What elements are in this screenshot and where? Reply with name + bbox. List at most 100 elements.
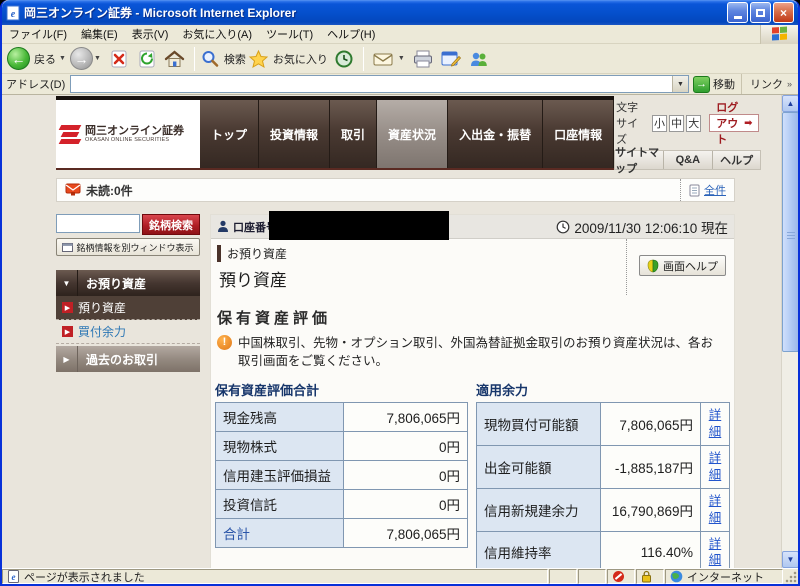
search-button[interactable]: 検索 (200, 49, 248, 69)
status-empty-pane (549, 569, 577, 584)
table-row: 現物買付可能額 7,806,065円 詳細 (477, 403, 730, 446)
logout-button[interactable]: ログアウト ➡ (709, 114, 759, 132)
menu-help[interactable]: ヘルプ(H) (320, 26, 382, 42)
nav-tab-trade[interactable]: 取引 (330, 100, 377, 168)
favorites-label: お気に入り (273, 51, 328, 67)
table-row: 信用維持率 116.40% 詳細 (477, 531, 730, 568)
quick-links-row: サイトマップ Q&A ヘルプ (614, 150, 761, 170)
logout-arrow-icon: ➡ (744, 118, 752, 129)
menu-favorites[interactable]: お気に入り(A) (175, 26, 259, 42)
table-row: 信用建玉評価損益 0円 (216, 461, 468, 490)
forward-dropdown-icon[interactable]: ▼ (94, 55, 101, 62)
scroll-down-button[interactable]: ▼ (782, 551, 798, 568)
messenger-button[interactable] (468, 48, 490, 70)
home-button[interactable] (164, 48, 186, 70)
sidebar-item-deposited-assets[interactable]: ▶ 預り資産 (56, 296, 200, 320)
menu-view[interactable]: 表示(V) (125, 26, 176, 42)
sidebar-menu-header-assets[interactable]: ▼ お預り資産 (56, 270, 200, 296)
go-button[interactable]: → 移動 (693, 76, 741, 93)
detail-link[interactable]: 詳細 (708, 536, 722, 569)
all-messages-link[interactable]: 全件 (704, 182, 726, 198)
detail-cell: 詳細 (700, 488, 729, 531)
search-icon (200, 49, 220, 69)
resize-grip[interactable] (784, 569, 798, 584)
edit-icon (440, 49, 462, 69)
font-size-medium-button[interactable]: 中 (669, 115, 684, 132)
links-label[interactable]: リンク (741, 74, 787, 94)
row-label: 信用維持率 (477, 531, 601, 568)
mail-button[interactable] (372, 48, 394, 70)
row-label: 信用新規建余力 (477, 488, 601, 531)
detail-link[interactable]: 詳細 (708, 450, 722, 484)
print-button[interactable] (412, 48, 434, 70)
okasan-logo-icon (60, 124, 80, 145)
edit-button[interactable] (440, 48, 462, 70)
clock-icon (556, 220, 570, 234)
symbol-search-input[interactable] (56, 214, 140, 233)
menu-file[interactable]: ファイル(F) (2, 26, 74, 42)
vertical-scrollbar[interactable]: ▲ ▼ (781, 95, 798, 568)
row-value: 0円 (344, 461, 468, 490)
back-dropdown-icon[interactable]: ▼ (59, 55, 66, 62)
links-chevron-icon[interactable]: » (787, 79, 792, 89)
history-button[interactable] (333, 48, 355, 70)
sidebar-menu: ▼ お預り資産 ▶ 預り資産 ▶ 買付余力 (56, 270, 200, 372)
detail-link[interactable]: 詳細 (708, 493, 722, 527)
menu-edit[interactable]: 編集(E) (74, 26, 125, 42)
help-link[interactable]: ヘルプ (713, 151, 761, 169)
status-bar: e ページが表示されました インターネット (2, 568, 798, 584)
detail-link[interactable]: 詳細 (708, 407, 722, 441)
symbol-info-popup-button[interactable]: 銘柄情報を別ウィンドウ表示 (56, 238, 200, 256)
nav-tab-top[interactable]: トップ (200, 100, 259, 168)
sidebar: 銘柄検索 銘柄情報を別ウィンドウ表示 ▼ お預 (56, 214, 200, 372)
windows-logo (760, 25, 798, 44)
font-size-small-button[interactable]: 小 (652, 115, 667, 132)
scroll-up-button[interactable]: ▲ (782, 95, 798, 112)
site-logo[interactable]: 岡三オンライン証券 OKASAN ONLINE SECURITIES (56, 100, 200, 168)
row-value: -1,885,187円 (600, 446, 700, 489)
favorites-button[interactable]: お気に入り (248, 49, 330, 69)
row-value: 7,806,065円 (344, 403, 468, 432)
toolbar-separator (194, 47, 195, 71)
nav-tab-asset-status[interactable]: 資産状況 (377, 100, 448, 168)
menu-tools[interactable]: ツール(T) (259, 26, 320, 42)
arrow-right-icon: ▶ (62, 326, 73, 337)
row-label: 現物買付可能額 (477, 403, 601, 446)
ie-page-icon: e (6, 5, 20, 21)
nav-tab-deposit-transfer[interactable]: 入出金・振替 (448, 100, 543, 168)
status-blocked-pane (607, 569, 635, 584)
minimize-button[interactable] (727, 2, 748, 23)
close-button[interactable]: × (773, 2, 794, 23)
sitemap-link[interactable]: サイトマップ (615, 151, 664, 169)
screen-help-button[interactable]: 画面ヘルプ (639, 255, 726, 276)
refresh-button[interactable] (136, 48, 158, 70)
forward-button[interactable]: → ▼ (70, 47, 105, 70)
applied-margin-section: 適用余力 現物買付可能額 7,806,065円 詳細 出金可能額 (476, 380, 730, 568)
title-bar[interactable]: e 岡三オンライン証券 - Microsoft Internet Explore… (2, 0, 798, 25)
status-lock-pane (636, 569, 664, 584)
refresh-icon (137, 49, 157, 69)
font-size-large-button[interactable]: 大 (686, 115, 701, 132)
title-row: お預り資産 預り資産 画面ヘルプ (211, 239, 734, 295)
nav-tab-account-info[interactable]: 口座情報 (543, 100, 614, 168)
address-dropdown-icon[interactable]: ▼ (672, 76, 688, 92)
address-input[interactable] (71, 77, 672, 91)
stop-button[interactable] (108, 48, 130, 70)
account-bar: 口座番号： 2009/11/30 12:06:10 現在 (211, 215, 734, 239)
qa-link[interactable]: Q&A (664, 151, 713, 169)
row-value: 7,806,065円 (600, 403, 700, 446)
mail-icon (372, 49, 394, 69)
back-button[interactable]: ← 戻る ▼ (7, 47, 70, 70)
arrow-right-icon: ▶ (62, 302, 73, 313)
sidebar-item-past-transactions[interactable]: ▶ 過去のお取引 (56, 346, 200, 372)
svg-text:e: e (12, 572, 16, 582)
maximize-button[interactable] (750, 2, 771, 23)
sidebar-item-buying-power[interactable]: ▶ 買付余力 (56, 320, 200, 344)
chevron-down-icon: ▼ (56, 270, 78, 296)
nav-tab-investment-info[interactable]: 投資情報 (259, 100, 330, 168)
scrollbar-thumb[interactable] (782, 112, 798, 352)
menu-header-label: お預り資産 (78, 275, 146, 292)
mail-dropdown-icon[interactable]: ▼ (398, 55, 405, 62)
symbol-search-button[interactable]: 銘柄検索 (142, 214, 200, 235)
new-window-icon (62, 243, 73, 252)
